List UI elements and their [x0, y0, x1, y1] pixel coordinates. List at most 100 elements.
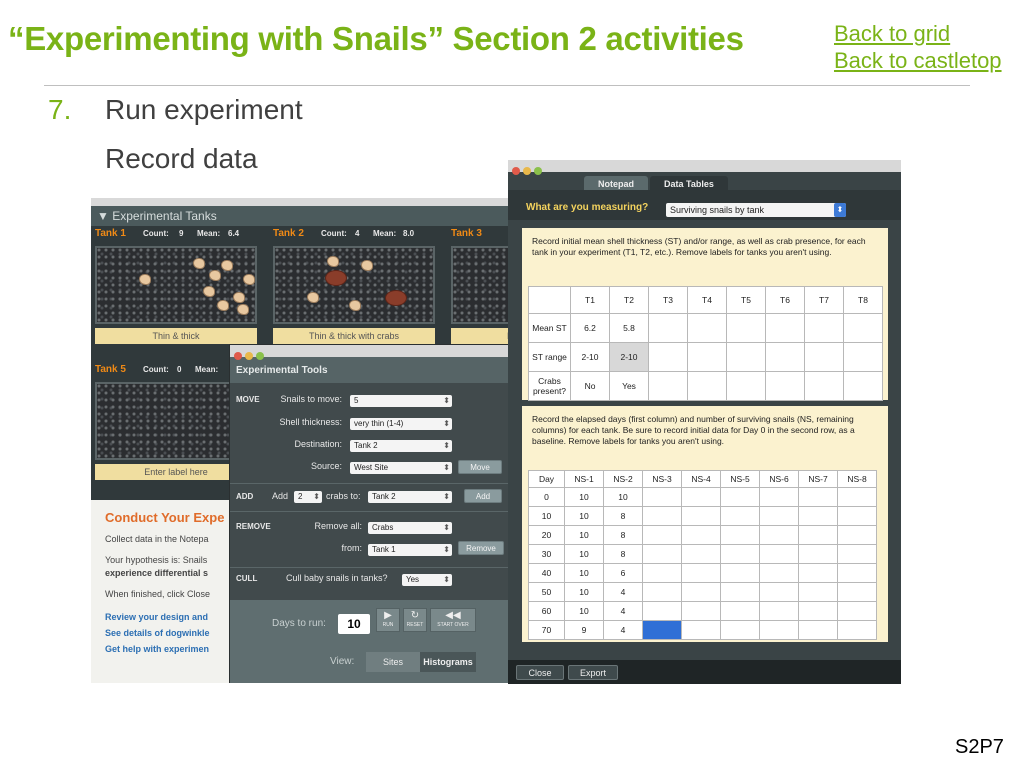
export-button[interactable]: Export — [568, 665, 618, 680]
table-cell[interactable]: 5.8 — [609, 313, 649, 343]
crab-count-select[interactable]: 2 — [294, 491, 322, 503]
table-cell[interactable]: 8 — [603, 525, 643, 545]
table-cell[interactable] — [759, 620, 799, 640]
add-button[interactable]: Add — [464, 489, 502, 503]
table-cell[interactable]: 6.2 — [570, 313, 610, 343]
table-cell[interactable]: 10 — [528, 506, 565, 526]
table-cell[interactable] — [759, 544, 799, 564]
table-cell[interactable] — [759, 582, 799, 602]
table-cell[interactable] — [642, 582, 682, 602]
table-cell[interactable] — [681, 544, 721, 564]
table-cell[interactable] — [798, 525, 838, 545]
table-cell[interactable] — [720, 620, 760, 640]
tank-label[interactable]: Thin & thick with crabs — [273, 328, 435, 344]
table-cell[interactable]: 8 — [603, 544, 643, 564]
table-cell[interactable]: 6 — [603, 563, 643, 583]
back-to-castletop-link[interactable]: Back to castletop — [834, 47, 1002, 74]
table-cell[interactable] — [759, 487, 799, 507]
table-cell[interactable] — [798, 601, 838, 621]
table-cell[interactable] — [726, 313, 766, 343]
table-cell[interactable] — [837, 487, 877, 507]
table-cell[interactable] — [837, 544, 877, 564]
table-cell[interactable] — [837, 506, 877, 526]
table-cell[interactable]: Yes — [609, 371, 649, 401]
table-cell[interactable]: 2-10 — [609, 342, 649, 372]
close-icon[interactable] — [234, 352, 242, 360]
back-to-grid-link[interactable]: Back to grid — [834, 20, 1002, 47]
table-cell[interactable] — [726, 342, 766, 372]
table-cell[interactable] — [687, 342, 727, 372]
table-cell[interactable] — [798, 563, 838, 583]
table-cell[interactable] — [798, 487, 838, 507]
start-over-button[interactable]: ◀◀ START OVER — [430, 608, 476, 632]
minimize-icon[interactable] — [245, 352, 253, 360]
table-cell[interactable] — [798, 620, 838, 640]
zoom-icon[interactable] — [256, 352, 264, 360]
table-cell[interactable] — [642, 525, 682, 545]
table-cell[interactable] — [681, 525, 721, 545]
table-cell[interactable] — [759, 563, 799, 583]
table-cell[interactable]: 10 — [564, 525, 604, 545]
table-cell[interactable] — [720, 563, 760, 583]
table-cell[interactable] — [759, 525, 799, 545]
table-cell[interactable] — [642, 506, 682, 526]
tank-label[interactable]: E — [451, 328, 511, 344]
table-cell[interactable]: 10 — [564, 506, 604, 526]
zoom-icon[interactable] — [534, 167, 542, 175]
table-cell[interactable] — [720, 601, 760, 621]
destination-select[interactable]: Tank 2 — [350, 440, 452, 452]
tank-2[interactable]: Tank 2 Count: 4 Mean: 8.0 Thin & thick w… — [269, 228, 441, 348]
table-cell[interactable] — [843, 371, 883, 401]
table-cell[interactable] — [798, 506, 838, 526]
table-cell[interactable]: 10 — [564, 601, 604, 621]
table-cell[interactable] — [726, 371, 766, 401]
cull-select[interactable]: Yes — [402, 574, 452, 586]
table-cell[interactable]: 4 — [603, 601, 643, 621]
table-cell[interactable] — [681, 563, 721, 583]
table-cell[interactable]: 50 — [528, 582, 565, 602]
table-cell[interactable] — [642, 544, 682, 564]
table-cell[interactable]: 10 — [564, 544, 604, 564]
table-cell[interactable]: Crabs present? — [528, 371, 571, 401]
table-cell[interactable]: 4 — [603, 620, 643, 640]
table-cell[interactable] — [798, 582, 838, 602]
table-cell[interactable] — [648, 342, 688, 372]
tank-3[interactable]: Tank 3 E — [447, 228, 511, 348]
table-cell[interactable]: 0 — [528, 487, 565, 507]
table-cell[interactable] — [642, 563, 682, 583]
table-cell[interactable] — [642, 601, 682, 621]
table-cell[interactable] — [681, 506, 721, 526]
table-cell[interactable] — [687, 313, 727, 343]
close-icon[interactable] — [512, 167, 520, 175]
measure-select[interactable]: Surviving snails by tank — [666, 203, 846, 217]
table-cell[interactable]: 10 — [564, 582, 604, 602]
remove-type-select[interactable]: Crabs — [368, 522, 452, 534]
remove-button[interactable]: Remove — [458, 541, 504, 555]
table-cell[interactable] — [765, 313, 805, 343]
table-cell[interactable] — [720, 582, 760, 602]
table-cell[interactable] — [720, 487, 760, 507]
table-cell[interactable]: Mean ST — [528, 313, 571, 343]
table-cell[interactable] — [804, 371, 844, 401]
table-cell[interactable] — [759, 601, 799, 621]
table-cell[interactable]: 4 — [603, 582, 643, 602]
days-input[interactable]: 10 — [338, 614, 370, 634]
table-cell[interactable] — [759, 506, 799, 526]
table-cell[interactable] — [720, 525, 760, 545]
table-cell[interactable]: 2-10 — [570, 342, 610, 372]
table-cell[interactable]: 30 — [528, 544, 565, 564]
table-cell[interactable]: ST range — [528, 342, 571, 372]
table-cell[interactable]: 10 — [564, 487, 604, 507]
table-cell[interactable] — [804, 342, 844, 372]
table-cell[interactable] — [681, 601, 721, 621]
close-button[interactable]: Close — [516, 665, 564, 680]
shell-thickness-select[interactable]: very thin (1-4) — [350, 418, 452, 430]
table-cell[interactable] — [837, 563, 877, 583]
table-cell[interactable]: 8 — [603, 506, 643, 526]
tank-label[interactable]: Thin & thick — [95, 328, 257, 344]
table-cell[interactable] — [837, 582, 877, 602]
table-cell[interactable]: 9 — [564, 620, 604, 640]
table-cell[interactable]: 10 — [603, 487, 643, 507]
table-cell[interactable]: 60 — [528, 601, 565, 621]
table-cell[interactable] — [837, 601, 877, 621]
